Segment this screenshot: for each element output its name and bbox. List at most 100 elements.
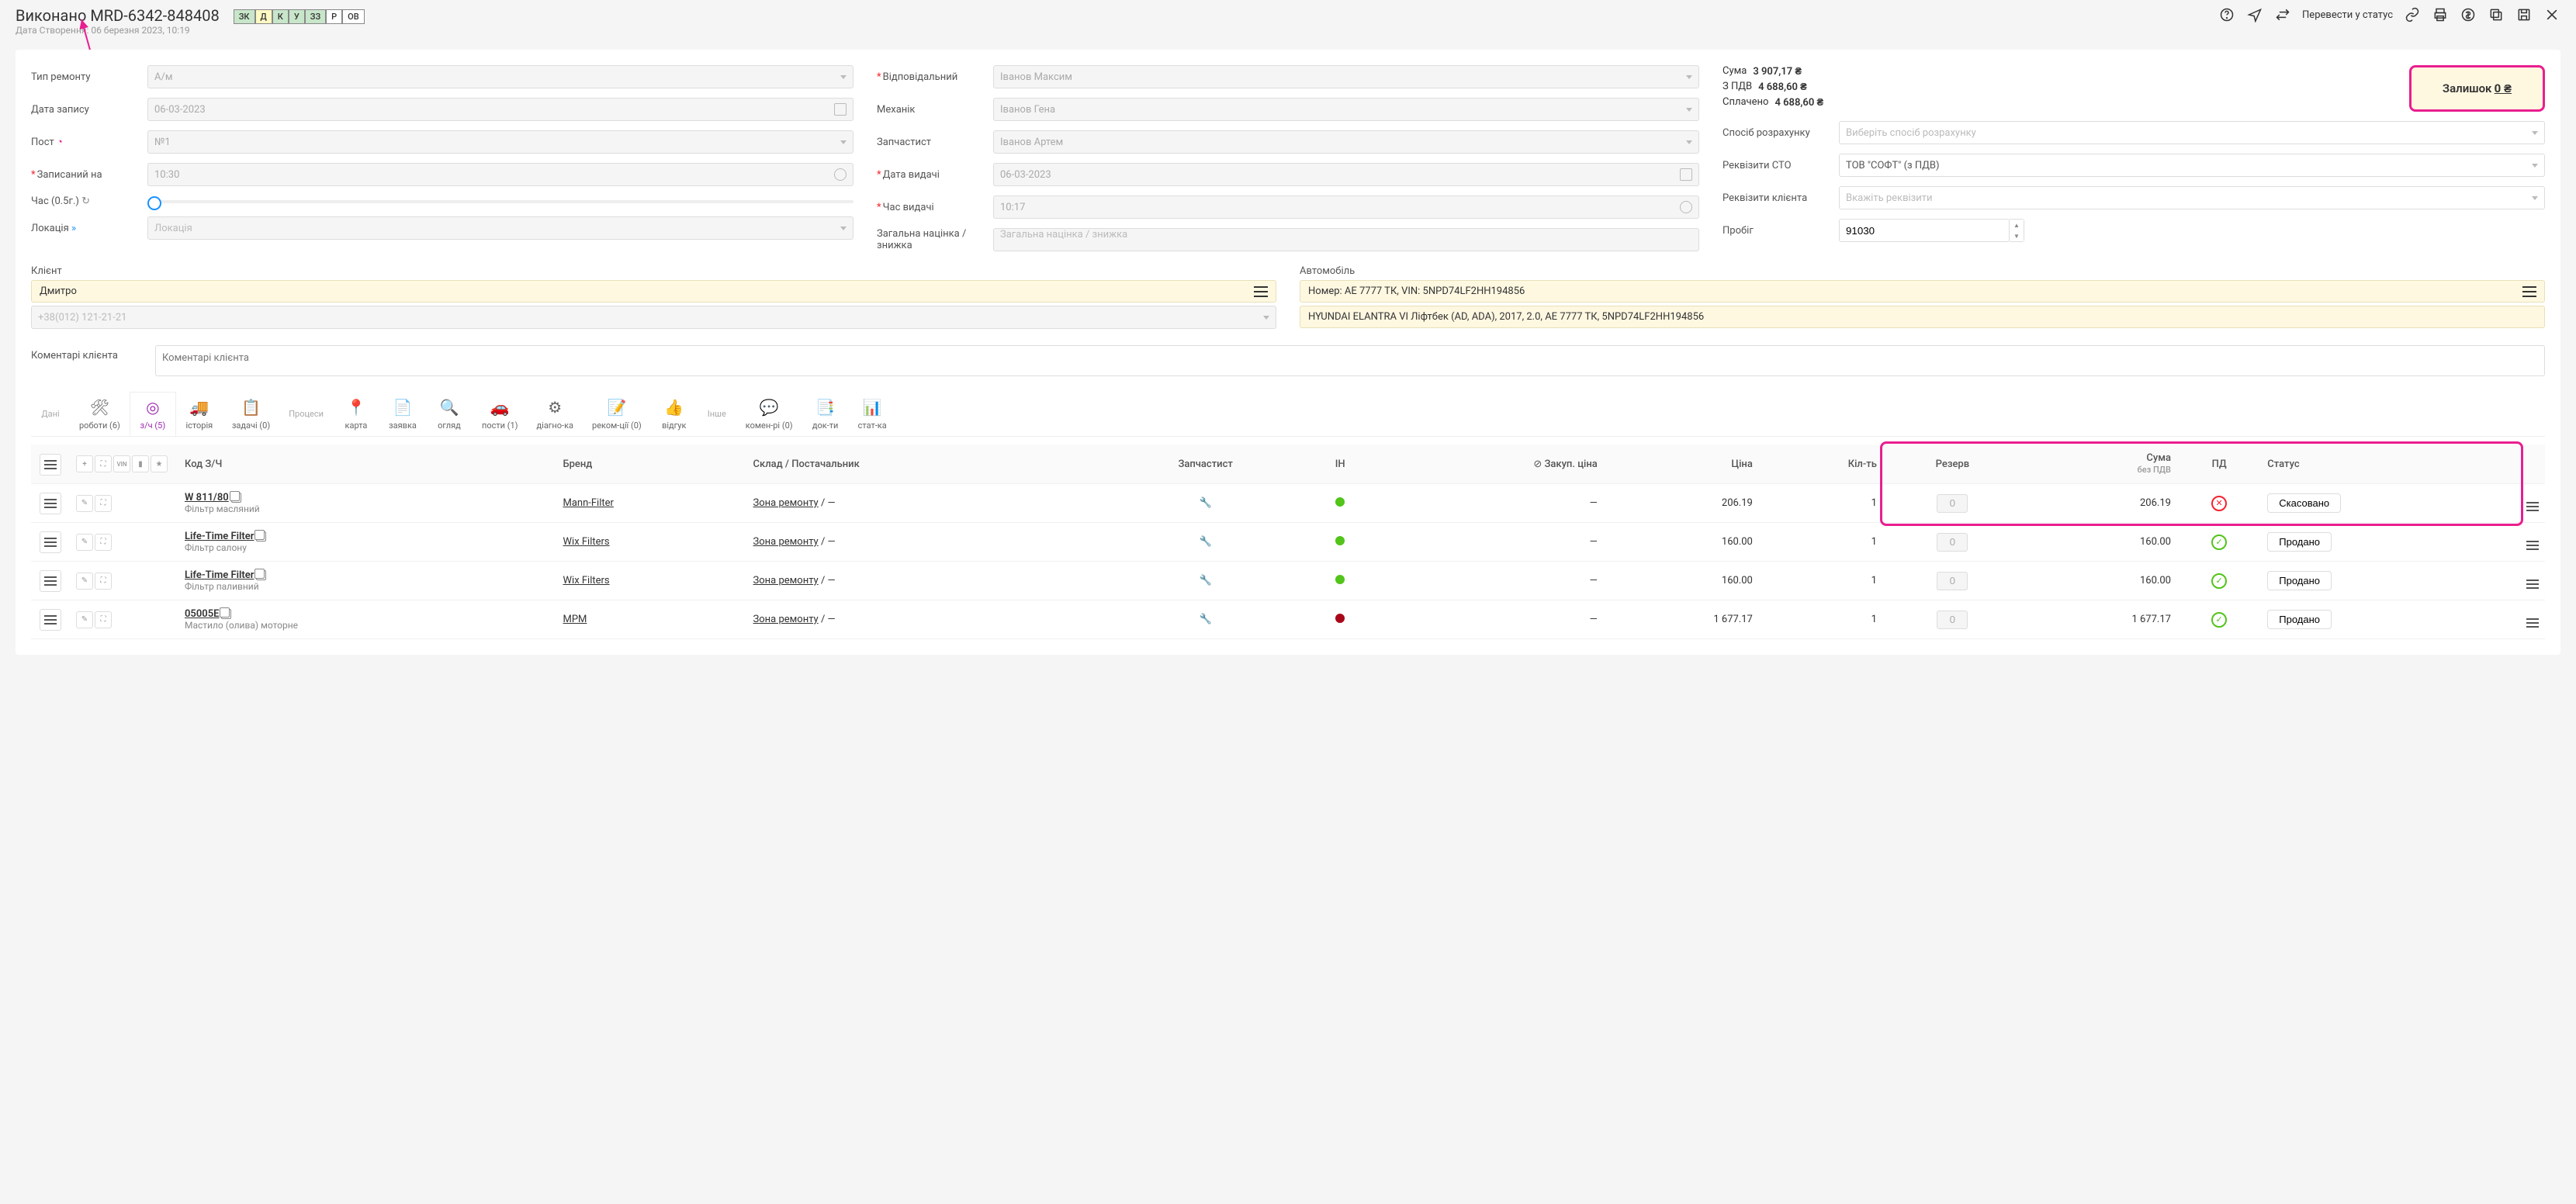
responsible-select[interactable]: Іванов Максим [993,65,1699,88]
partsman-select[interactable]: Іванов Артем [993,130,1699,154]
pd-status-icon[interactable]: ✓ [2211,612,2227,628]
chevron-right-icon[interactable]: » [71,223,76,234]
mechanic-select[interactable]: Іванов Гена [993,98,1699,121]
row-right-menu[interactable] [2526,580,2539,589]
tab-request[interactable]: 📄заявка [379,392,426,436]
chip-r[interactable]: Р [326,9,342,24]
car-menu-icon[interactable] [2522,286,2536,297]
client-menu-icon[interactable] [1254,286,1268,297]
row-edit-button[interactable]: ✎ [76,611,93,628]
copy-icon[interactable] [221,609,231,619]
row-edit-button[interactable]: ✎ [76,573,93,590]
copy-icon[interactable] [256,570,266,580]
row-edit-button[interactable]: ✎ [76,495,93,512]
mileage-input[interactable] [1839,219,2010,242]
row-status-button[interactable]: Продано [2267,610,2332,629]
tab-stats[interactable]: 📊стат-ка [849,392,896,436]
print-icon[interactable] [2432,6,2449,23]
row-action-button[interactable]: ⛶ [95,534,112,551]
reserve-input[interactable] [1937,533,1968,552]
chip-ov[interactable]: ОВ [342,9,365,24]
mileage-down[interactable]: ▼ [2010,230,2024,241]
send-icon[interactable] [2246,6,2263,23]
copy-icon[interactable] [2488,6,2505,23]
header-menu-button[interactable] [40,454,61,476]
tab-history[interactable]: 🚚історія [176,392,223,436]
tab-docs[interactable]: 📑док-ти [802,392,849,436]
refresh-icon[interactable]: ↻ [81,195,90,207]
pd-status-icon[interactable]: ✕ [2211,496,2227,511]
copy-icon[interactable] [231,493,241,503]
chip-d[interactable]: Д [255,9,272,24]
warehouse-link[interactable]: Зона ремонту [753,497,819,509]
client-phone-select[interactable]: +38(012) 121-21-21 [31,306,1276,329]
tab-recom[interactable]: 📝реком-ції (0) [583,392,651,436]
chip-u[interactable]: У [289,9,305,24]
tab-comments[interactable]: 💬комен-рі (0) [736,392,802,436]
warehouse-link[interactable]: Зона ремонту [753,536,819,548]
balance-value[interactable]: 0 ₴ [2495,81,2512,95]
row-edit-button[interactable]: ✎ [76,534,93,551]
pd-status-icon[interactable]: ✓ [2211,573,2227,589]
warehouse-link[interactable]: Зона ремонту [753,575,819,586]
repair-type-select[interactable]: А/м [147,65,853,88]
part-code[interactable]: Life-Time Filter [185,569,254,581]
location-select[interactable]: Локація [147,216,853,240]
tab-map[interactable]: 📍карта [333,392,379,436]
sto-req-select[interactable]: ТОВ "СОФТ" (з ПДВ) [1839,154,2545,177]
toolbar-btn-2[interactable]: ⛶ [95,455,112,472]
warehouse-link[interactable]: Зона ремонту [753,614,819,625]
row-right-menu[interactable] [2526,541,2539,550]
brand-link[interactable]: Wix Filters [563,575,610,586]
chip-zz[interactable]: ЗЗ [305,9,326,24]
row-menu-button[interactable] [40,493,61,514]
vin-button[interactable]: VIN [113,455,130,472]
row-menu-button[interactable] [40,531,61,553]
booked-for-input[interactable]: 10:30 [147,163,853,186]
tab-posts[interactable]: 🚗пости (1) [473,392,528,436]
transfer-icon[interactable] [2274,6,2291,23]
part-code[interactable]: 05005E [185,608,219,620]
close-icon[interactable] [2543,6,2560,23]
post-select[interactable]: №1 [147,130,853,154]
row-action-button[interactable]: ⛶ [95,611,112,628]
brand-link[interactable]: Mann-Filter [563,497,614,509]
change-status-link[interactable]: Перевести у статус [2302,9,2393,21]
row-status-button[interactable]: Продано [2267,532,2332,552]
tab-diag[interactable]: ⚙діагно-ка [528,392,583,436]
row-right-menu[interactable] [2526,618,2539,628]
tab-works[interactable]: 🛠роботи (6) [70,392,130,436]
pay-method-select[interactable]: Виберіть спосіб розрахунку [1839,121,2545,144]
barcode-button[interactable]: ▮ [132,455,149,472]
row-menu-button[interactable] [40,570,61,592]
client-req-select[interactable]: Вкажіть реквізити [1839,186,2545,209]
reserve-input[interactable] [1937,572,1968,590]
star-button[interactable]: ★ [151,455,168,472]
date-record-input[interactable]: 06-03-2023 [147,98,853,121]
add-button[interactable]: + [76,455,93,472]
tab-review[interactable]: 👍відгук [651,392,698,436]
issue-date-input[interactable]: 06-03-2023 [993,163,1699,186]
row-right-menu[interactable] [2526,502,2539,511]
copy-icon[interactable] [256,531,266,541]
markup-input[interactable]: Загальна націнка / знижка [993,228,1699,251]
pd-status-icon[interactable]: ✓ [2211,535,2227,550]
row-action-button[interactable]: ⛶ [95,495,112,512]
car-line2-row[interactable]: HYUNDAI ELANTRA VI Ліфтбек (AD, ADA), 20… [1300,306,2545,328]
row-status-button[interactable]: Скасовано [2267,493,2341,513]
tab-inspection[interactable]: 🔍огляд [426,392,473,436]
brand-link[interactable]: MPM [563,614,587,625]
brand-link[interactable]: Wix Filters [563,536,610,548]
chip-zk[interactable]: ЗК [234,9,255,24]
reserve-input[interactable] [1937,611,1968,629]
mileage-up[interactable]: ▲ [2010,220,2024,230]
reserve-input[interactable] [1937,494,1968,513]
money-icon[interactable] [2460,6,2477,23]
tab-parts[interactable]: ◎з/ч (5) [130,392,176,436]
tab-tasks[interactable]: 📋задачі (0) [223,392,279,436]
comment-textarea[interactable] [155,345,2545,376]
row-status-button[interactable]: Продано [2267,571,2332,590]
issue-time-input[interactable]: 10:17 [993,195,1699,219]
link-icon[interactable] [2404,6,2421,23]
time-slider[interactable] [147,200,853,203]
